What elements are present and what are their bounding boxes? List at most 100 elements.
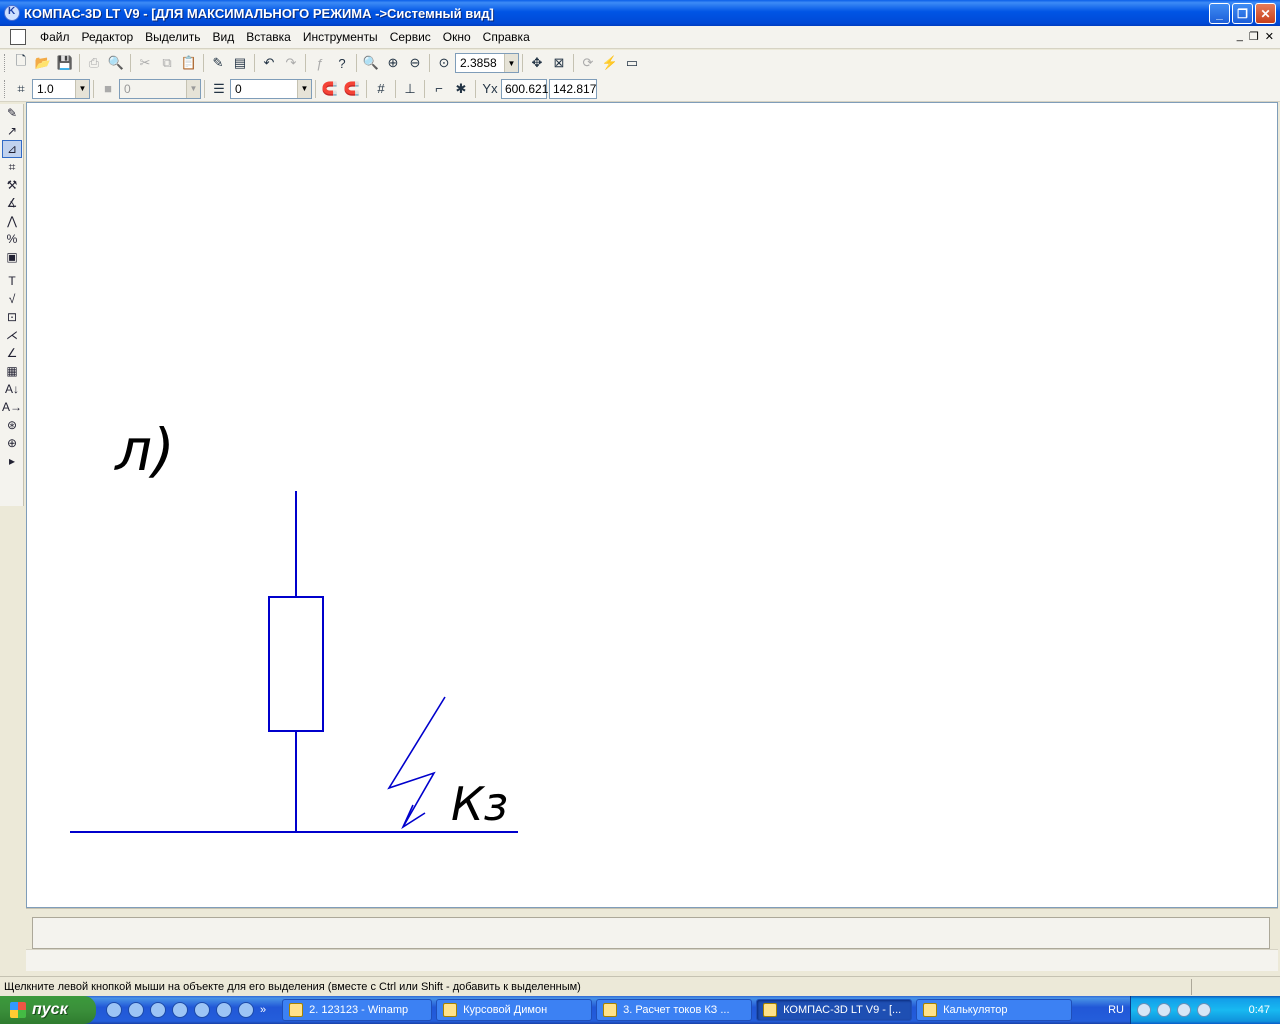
print-preview-icon[interactable]: 🔍	[105, 52, 127, 74]
chevron-down-icon[interactable]: ▼	[297, 79, 311, 98]
paste-icon[interactable]: 📋	[178, 52, 200, 74]
tray-arrow-icon[interactable]	[1137, 1003, 1151, 1017]
open-folder-icon[interactable]: 📂	[32, 52, 54, 74]
messenger-icon[interactable]	[238, 1002, 254, 1018]
parametric-icon[interactable]: ✱	[450, 78, 472, 100]
close-button[interactable]: ✕	[1255, 3, 1276, 24]
copy-icon[interactable]: ⧉	[156, 52, 178, 74]
ortho-icon[interactable]: ⌐	[428, 78, 450, 100]
axis-icon[interactable]: ⊛	[2, 416, 22, 434]
coordinate-system-icon[interactable]: ⊥	[399, 78, 421, 100]
mdi-close-button[interactable]: ✕	[1265, 30, 1274, 43]
text-icon[interactable]: T	[2, 272, 22, 290]
save-icon[interactable]: 💾	[54, 52, 76, 74]
layer-combobox[interactable]: 0 ▼	[230, 78, 312, 99]
function-icon[interactable]: ƒ	[309, 52, 331, 74]
new-document-icon[interactable]: 🗋	[10, 52, 32, 74]
menu-file[interactable]: Файл	[34, 28, 76, 46]
style-combobox[interactable]: 0 ▼	[119, 78, 201, 99]
clock[interactable]: 0:47	[1249, 1004, 1270, 1016]
mdi-minimize-button[interactable]: _	[1237, 30, 1243, 43]
style-icon[interactable]: ■	[97, 78, 119, 100]
media-icon[interactable]	[150, 1002, 166, 1018]
resistor-body[interactable]	[268, 596, 324, 732]
menu-editor[interactable]: Редактор	[76, 28, 140, 46]
opera-icon[interactable]	[194, 1002, 210, 1018]
pan-icon[interactable]: ✥	[526, 52, 548, 74]
toolbar-grip[interactable]	[4, 54, 7, 72]
cut-icon[interactable]: ✂	[134, 52, 156, 74]
zoom-window-icon[interactable]: 🔍	[360, 52, 382, 74]
toolbar-grip[interactable]	[4, 79, 7, 98]
section-icon[interactable]: A→	[2, 398, 22, 416]
expand-palette-icon[interactable]: ▸	[2, 452, 22, 470]
library-icon[interactable]: ▤	[229, 52, 251, 74]
tray-volume-icon[interactable]	[1177, 1003, 1191, 1017]
tray-network-icon[interactable]	[1157, 1003, 1171, 1017]
geometry-icon[interactable]: ✎	[2, 104, 22, 122]
menu-select[interactable]: Выделить	[139, 28, 206, 46]
menu-help[interactable]: Справка	[477, 28, 536, 46]
document-icon[interactable]	[10, 29, 26, 45]
task-word[interactable]: 3. Расчет токов КЗ ...	[596, 999, 753, 1021]
undo-icon[interactable]: ↶	[258, 52, 280, 74]
menu-service[interactable]: Сервис	[384, 28, 437, 46]
label-kz[interactable]: Кз	[451, 777, 508, 831]
parametrization-icon[interactable]: ⚒	[2, 176, 22, 194]
drawing-canvas[interactable]: л) Кз	[26, 102, 1278, 908]
tray-bluetooth-icon[interactable]	[1197, 1003, 1211, 1017]
kompas-icon[interactable]	[172, 1002, 188, 1018]
roughness-icon[interactable]: √	[2, 290, 22, 308]
print-icon[interactable]: ⎙	[83, 52, 105, 74]
task-winamp[interactable]: 2. 123123 - Winamp	[282, 999, 433, 1021]
table-icon[interactable]: ▦	[2, 362, 22, 380]
firefox-icon[interactable]	[128, 1002, 144, 1018]
grid-icon[interactable]: #	[370, 78, 392, 100]
zoom-scale-icon[interactable]: ⊙	[433, 52, 455, 74]
start-button[interactable]: пуск	[0, 996, 96, 1024]
label-top[interactable]: л)	[114, 416, 175, 484]
icq-icon[interactable]	[216, 1002, 232, 1018]
menu-tools[interactable]: Инструменты	[297, 28, 384, 46]
snap-magnet-icon[interactable]: 🧲	[319, 78, 341, 100]
chevron-down-icon[interactable]: ▼	[75, 79, 89, 98]
zoom-in-icon[interactable]: ⊕	[382, 52, 404, 74]
zoom-out-icon[interactable]: ⊖	[404, 52, 426, 74]
restore-button[interactable]: ❐	[1232, 3, 1253, 24]
base-icon[interactable]: ⊡	[2, 308, 22, 326]
step-combobox[interactable]: 1.0 ▼	[32, 78, 90, 99]
cursor-step-icon[interactable]: ⌗	[10, 78, 32, 100]
property-field[interactable]	[32, 917, 1270, 949]
refresh-icon[interactable]: ⟳	[577, 52, 599, 74]
dimensions-icon[interactable]: ↗	[2, 122, 22, 140]
redo-icon[interactable]: ↷	[280, 52, 302, 74]
coord-x-field[interactable]: 600.621	[501, 78, 548, 99]
local-snap-icon[interactable]: 🧲	[341, 78, 363, 100]
zoom-combobox[interactable]: 2.3858 ▼	[455, 53, 519, 73]
menu-view[interactable]: Вид	[207, 28, 241, 46]
ie-icon[interactable]	[106, 1002, 122, 1018]
coord-y-field[interactable]: 142.817	[549, 78, 597, 99]
report-icon[interactable]: ▣	[2, 248, 22, 266]
mdi-restore-button[interactable]: ❐	[1249, 30, 1259, 43]
quick-launch-more[interactable]: »	[260, 1004, 266, 1016]
properties-icon[interactable]: ✎	[207, 52, 229, 74]
chevron-down-icon[interactable]: ▼	[186, 79, 200, 98]
chevron-down-icon[interactable]: ▼	[504, 54, 518, 72]
short-circuit-arrow[interactable]	[387, 696, 446, 828]
task-calculator[interactable]: Калькулятор	[916, 999, 1073, 1021]
symbols-icon[interactable]: ⊿	[2, 140, 22, 158]
menu-insert[interactable]: Вставка	[240, 28, 297, 46]
task-folder[interactable]: Курсовой Димон	[436, 999, 593, 1021]
help-pointer-icon[interactable]: ?	[331, 52, 353, 74]
center-mark-icon[interactable]: ⊕	[2, 434, 22, 452]
view-arrow-icon[interactable]: A↓	[2, 380, 22, 398]
layers-icon[interactable]: ☰	[208, 78, 230, 100]
leader-icon[interactable]: ⋌	[2, 326, 22, 344]
fit-all-icon[interactable]: ⊠	[548, 52, 570, 74]
minimize-button[interactable]: _	[1209, 3, 1230, 24]
measure-icon[interactable]: ∡	[2, 194, 22, 212]
manager-icon[interactable]: ▭	[621, 52, 643, 74]
select-icon[interactable]: ⋀	[2, 212, 22, 230]
task-kompas[interactable]: КОМПАС-3D LT V9 - [...	[756, 999, 913, 1021]
